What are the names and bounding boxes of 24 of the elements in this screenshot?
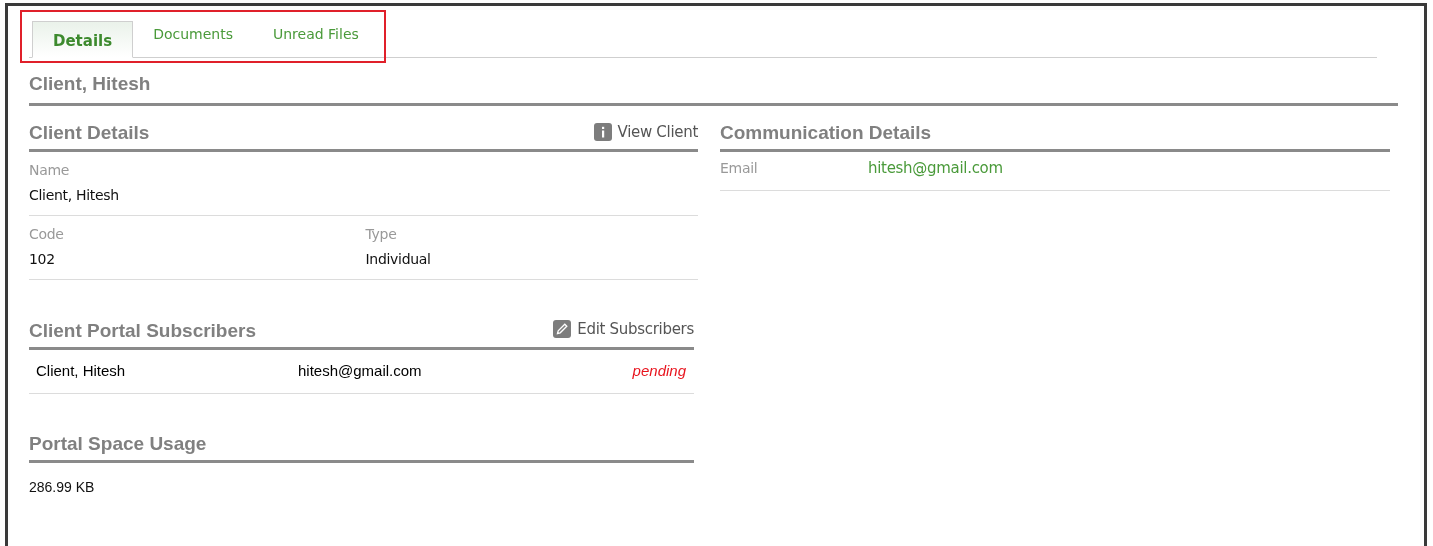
subscriber-email: hitesh@gmail.com [298,360,423,381]
pencil-icon [553,320,572,339]
section-heading: Portal Space Usage [29,431,207,456]
section-link[interactable]: Edit Subscribers [553,318,694,341]
field-label: Email [720,159,759,178]
client-title: Client, Hitesh [29,73,151,94]
field-label: Name [29,161,71,180]
field-value: Individual [365,250,432,269]
tab[interactable]: Documents [133,20,253,57]
field-value: 102 [29,250,56,269]
email-link[interactable]: hitesh@gmail.com [868,157,1003,180]
section-link[interactable]: View Client [593,120,698,143]
field-value: Client, Hitesh [29,186,120,205]
section-heading: Communication Details [720,120,932,145]
usage-value: 286.99 KB [29,478,95,495]
info-icon [593,122,612,141]
section-heading: Client Details [29,121,150,145]
field-label: Code [29,225,65,244]
section-heading: Client Portal Subscribers [29,318,256,343]
status-text: pending [632,360,686,381]
tab[interactable]: Unread Files [252,20,379,57]
tab[interactable]: Details [32,21,134,58]
field-label: Type [365,225,398,244]
subscriber-name: Client, Hitesh [36,360,127,381]
